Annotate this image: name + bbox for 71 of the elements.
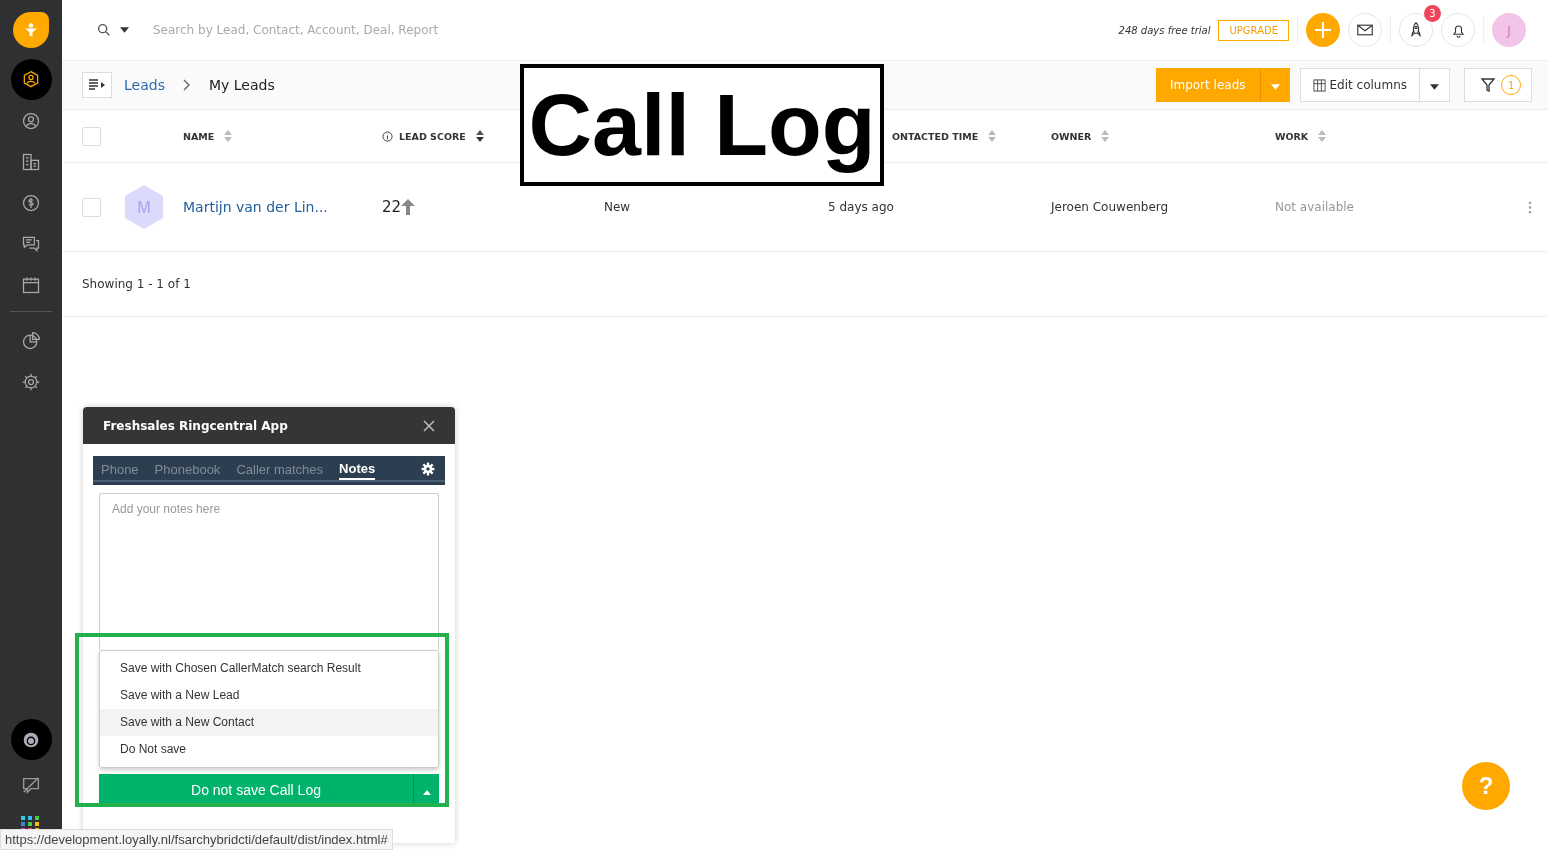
menu-item[interactable]: Save with a New Lead xyxy=(100,682,438,709)
tab[interactable]: Notes xyxy=(339,458,376,480)
pagination-text: Showing 1 - 1 of 1 xyxy=(82,277,191,291)
column-header: NAME xyxy=(183,130,215,142)
headset-app-button[interactable] xyxy=(10,719,52,760)
caret-icon xyxy=(1270,83,1280,90)
column-header: LEAD SCORE xyxy=(399,130,466,142)
settings-icon[interactable] xyxy=(421,462,435,476)
tab[interactable]: Phonebook xyxy=(154,459,221,479)
user-avatar[interactable]: J xyxy=(1492,13,1526,47)
person-circle-icon xyxy=(21,110,41,131)
popup-title: Freshsales Ringcentral App xyxy=(103,418,288,433)
filter-button[interactable]: 1 xyxy=(1464,68,1532,102)
import-leads-button[interactable]: Import leads xyxy=(1155,68,1260,102)
column-header: OWNER xyxy=(1051,130,1092,142)
annotation-label: Call Log xyxy=(520,64,884,186)
table-cell-text: Jeroen Couwenberg xyxy=(1051,200,1170,214)
trial-text: 248 days free trial xyxy=(1118,24,1211,36)
menu-item[interactable]: Save with Chosen CallerMatch search Result xyxy=(100,655,438,682)
columns-icon xyxy=(1312,78,1326,92)
breadcrumb-link[interactable]: Leads xyxy=(124,77,165,93)
help-button[interactable]: ? xyxy=(1462,762,1510,810)
column-header: WORK xyxy=(1275,130,1309,142)
menu-item[interactable]: Save with a New Contact xyxy=(100,709,438,736)
notifications-button[interactable] xyxy=(1441,13,1475,47)
caret-up-icon xyxy=(422,789,431,795)
chevron-right-icon xyxy=(182,79,191,91)
settings-icon xyxy=(21,371,41,392)
table-cell-text: New xyxy=(604,200,632,214)
notification-badge: 3 xyxy=(1424,5,1441,22)
search-icon[interactable] xyxy=(96,22,112,38)
dollar-circle-icon xyxy=(21,192,41,213)
lead-name-link[interactable]: Martijn van der Lin... xyxy=(183,199,382,215)
caret-icon[interactable] xyxy=(120,27,129,33)
lead-score: 22 xyxy=(382,198,402,216)
bell-icon xyxy=(1450,22,1466,38)
save-call-log-button[interactable]: Do not save Call Log xyxy=(99,774,413,806)
close-icon[interactable] xyxy=(423,419,435,432)
column-header: ONTACTED TIME xyxy=(892,130,979,142)
plus-icon xyxy=(1313,20,1333,40)
list-arrow-icon xyxy=(89,79,105,91)
list-toggle-button[interactable] xyxy=(82,72,112,98)
select-all-checkbox[interactable] xyxy=(82,126,101,146)
status-url: https://development.loyally.nl/fsarchybridcti/default/dist/index.html# xyxy=(0,829,393,850)
person-hexagon-icon xyxy=(21,69,41,90)
mail-button[interactable] xyxy=(1348,13,1382,47)
app-logo[interactable] xyxy=(13,12,49,48)
breadcrumb-current: My Leads xyxy=(208,77,275,93)
envelope-icon xyxy=(1357,24,1373,36)
sort-icon[interactable] xyxy=(475,130,484,142)
row-checkbox[interactable] xyxy=(82,197,101,217)
tab[interactable]: Caller matches xyxy=(236,459,324,479)
app-grid-icon[interactable] xyxy=(21,816,41,830)
funnel-icon xyxy=(1481,78,1495,92)
notes-field[interactable]: Add your notes here xyxy=(99,493,439,650)
edit-columns-button[interactable]: Edit columns xyxy=(1299,68,1420,102)
caret-icon xyxy=(1430,83,1439,90)
more-options-icon[interactable] xyxy=(1528,200,1532,214)
edit-columns-dropdown-button[interactable] xyxy=(1420,68,1450,102)
building-icon xyxy=(21,151,41,172)
menu-item[interactable]: Do Not save xyxy=(100,736,438,763)
table-cell-text: Not available xyxy=(1275,200,1355,214)
upgrade-button[interactable]: UPGRADE xyxy=(1218,19,1289,41)
table-cell-text: 5 days ago xyxy=(828,200,895,214)
pie-chart-icon xyxy=(21,330,41,351)
info-icon xyxy=(382,130,393,142)
save-options-toggle[interactable] xyxy=(413,774,439,806)
tab[interactable]: Phone xyxy=(101,459,139,479)
rocket-icon xyxy=(1408,22,1424,38)
arrow-up-icon xyxy=(401,199,416,215)
sidebar-item[interactable] xyxy=(10,59,52,100)
